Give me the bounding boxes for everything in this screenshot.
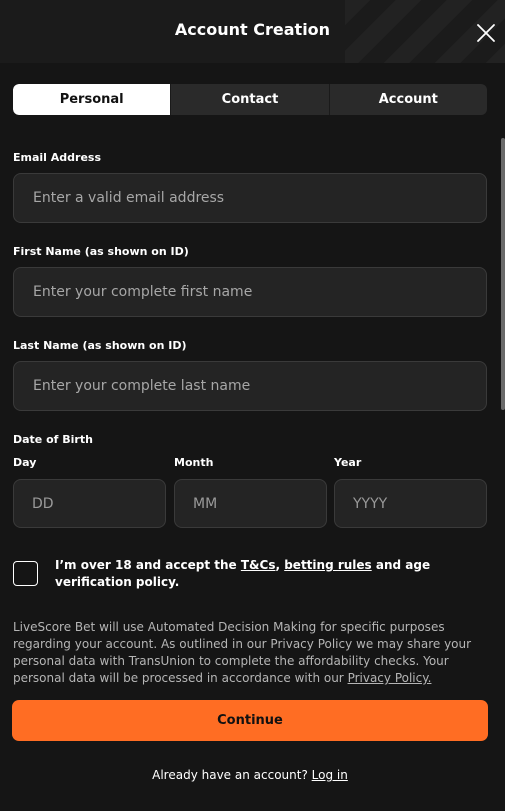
consent-comma: , <box>275 558 285 572</box>
month-label: Month <box>174 456 214 469</box>
email-label: Email Address <box>13 151 102 164</box>
close-icon[interactable] <box>475 22 497 44</box>
privacy-policy-link[interactable]: Privacy Policy. <box>348 671 432 685</box>
last-name-field[interactable] <box>13 361 487 411</box>
year-field[interactable] <box>334 479 487 528</box>
login-link[interactable]: Log in <box>312 768 348 782</box>
modal-header: Account Creation <box>0 0 505 63</box>
email-field[interactable] <box>13 173 487 223</box>
betting-rules-link[interactable]: betting rules <box>284 558 371 572</box>
dob-label: Date of Birth <box>13 433 93 446</box>
first-name-field[interactable] <box>13 267 487 317</box>
year-label: Year <box>334 456 362 469</box>
consent-text-before: I’m over 18 and accept the <box>55 558 241 572</box>
month-field[interactable] <box>174 479 327 528</box>
login-prompt-text: Already have an account? <box>152 768 312 782</box>
scrollbar[interactable] <box>501 138 505 410</box>
tab-personal[interactable]: Personal <box>13 84 172 115</box>
tcs-link[interactable]: T&Cs <box>241 558 276 572</box>
first-name-label: First Name (as shown on ID) <box>13 245 189 258</box>
login-prompt: Already have an account? Log in <box>0 768 500 782</box>
last-name-label: Last Name (as shown on ID) <box>13 339 187 352</box>
privacy-info: LiveScore Bet will use Automated Decisio… <box>13 619 483 687</box>
step-tabs: Personal Contact Account <box>13 84 487 115</box>
consent-text: I’m over 18 and accept the T&Cs, betting… <box>55 557 475 591</box>
continue-button[interactable]: Continue <box>12 700 488 741</box>
tab-account[interactable]: Account <box>330 84 487 115</box>
tab-contact[interactable]: Contact <box>171 84 330 115</box>
age-consent-checkbox[interactable] <box>13 561 38 586</box>
modal-title: Account Creation <box>174 20 331 39</box>
day-label: Day <box>13 456 37 469</box>
day-field[interactable] <box>13 479 166 528</box>
